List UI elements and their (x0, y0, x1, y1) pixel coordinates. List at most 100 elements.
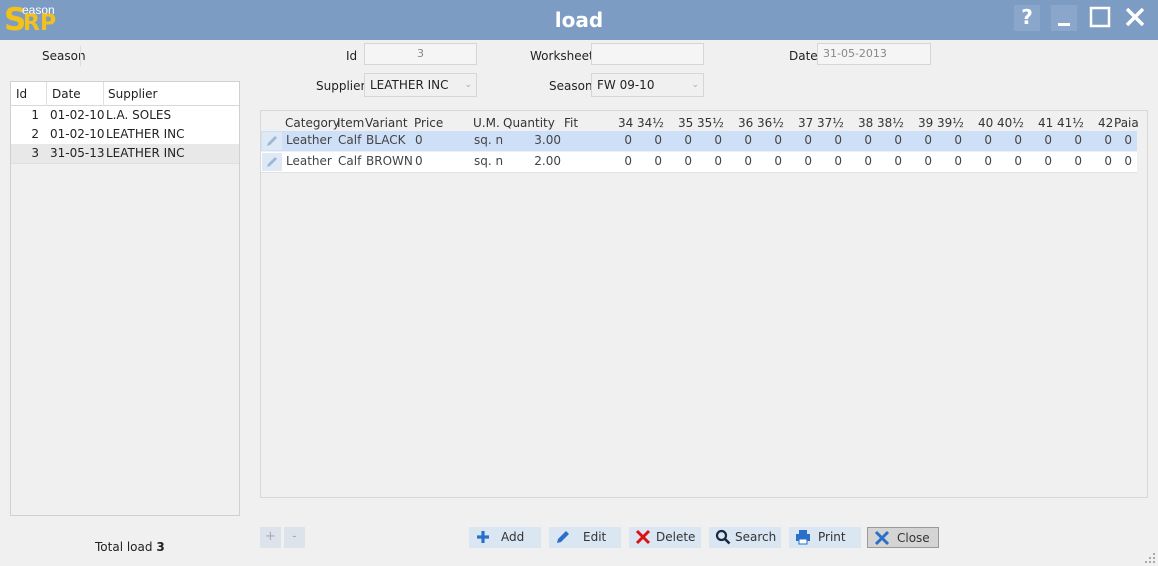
column-header-size-35[interactable]: 35 (678, 116, 693, 130)
column-header-size-38[interactable]: 38 (858, 116, 873, 130)
column-header-size-41[interactable]: 41 (1038, 116, 1053, 130)
season-combo-value: FW 09-10 (597, 78, 655, 92)
column-header-size-34-5[interactable]: 34½ (637, 116, 664, 130)
column-header-size-39[interactable]: 39 (918, 116, 933, 130)
add-button-label: Add (501, 530, 525, 544)
column-header-size-36[interactable]: 36 (738, 116, 753, 130)
column-header-size-41-5[interactable]: 41½ (1057, 116, 1084, 130)
resize-grip-icon[interactable] (1145, 553, 1155, 563)
date-label: Date (789, 49, 818, 63)
season-label: Season (549, 79, 593, 93)
pencil-icon (267, 136, 277, 146)
list-item-id: 3 (31, 146, 39, 160)
cell-quantity: 2.00 (534, 154, 561, 168)
column-header-fit[interactable]: Fit (564, 116, 578, 130)
list-item-id: 2 (31, 127, 39, 141)
list-item-supplier: L.A. SOLES (106, 108, 172, 122)
column-header-category[interactable]: Category (285, 116, 340, 130)
supplier-combo[interactable]: LEATHER INC ⌄ (364, 73, 477, 97)
cell-size: 0 (684, 154, 692, 168)
column-header-variant[interactable]: Variant (365, 116, 408, 130)
cell-size: 0 (864, 154, 872, 168)
cell-size: 0 (954, 154, 962, 168)
cell-size: 0 (924, 133, 932, 147)
cell-size: 0 (624, 154, 632, 168)
id-field[interactable]: 3 (364, 43, 477, 65)
column-header-um[interactable]: U.M. (473, 116, 500, 130)
cell-size: 0 (1014, 133, 1022, 147)
remove-row-button[interactable]: - (284, 527, 305, 548)
cell-size: 0 (744, 154, 752, 168)
cell-size: 0 (684, 133, 692, 147)
date-field[interactable]: 31-05-2013 (817, 43, 931, 65)
column-header-size-35-5[interactable]: 35½ (697, 116, 724, 130)
cell-um: sq. n (474, 154, 504, 168)
list-item-date: 31-05-13 (50, 146, 105, 160)
delete-x-icon (635, 529, 651, 545)
cell-size: 0 (654, 133, 662, 147)
edit-row-button[interactable] (262, 153, 282, 171)
total-load-label: Total load (95, 540, 153, 554)
column-header-size-39-5[interactable]: 39½ (937, 116, 964, 130)
cell-size: 0 (894, 133, 902, 147)
column-header-date[interactable]: Date (52, 87, 81, 101)
column-header-price[interactable]: Price (414, 116, 443, 130)
table-row-selected[interactable]: Leather Calf BLACK 0 sq. n 3.00 0 0 0 0 … (261, 131, 1137, 151)
close-icon (874, 530, 890, 546)
column-header-item[interactable]: Item (337, 116, 364, 130)
cell-size: 0 (864, 133, 872, 147)
chevron-down-icon: ⌄ (691, 80, 699, 90)
column-header-size-40[interactable]: 40 (978, 116, 993, 130)
pencil-icon (267, 157, 277, 167)
list-item-selected[interactable]: 3 31-05-13 LEATHER INC (11, 144, 239, 164)
cell-size: 0 (924, 154, 932, 168)
list-item[interactable]: 2 01-02-10 LEATHER INC (11, 125, 239, 145)
load-list[interactable]: Id Date Supplier 1 01-02-10 L.A. SOLES 2… (10, 81, 240, 516)
close-button[interactable]: Close (867, 527, 939, 548)
edit-button[interactable]: Edit (549, 527, 621, 548)
season-combo[interactable]: FW 09-10 ⌄ (591, 73, 704, 97)
delete-button-label: Delete (656, 530, 696, 544)
edit-row-button[interactable] (262, 132, 282, 150)
cell-variant: BROWN (366, 154, 413, 168)
cell-size: 0 (1074, 133, 1082, 147)
close-window-button[interactable] (1122, 5, 1148, 31)
column-header-size-38-5[interactable]: 38½ (877, 116, 904, 130)
minimize-button[interactable] (1051, 5, 1077, 31)
cell-size: 0 (1104, 133, 1112, 147)
cell-size: 0 (954, 133, 962, 147)
column-header-size-36-5[interactable]: 36½ (757, 116, 784, 130)
column-header-size-37-5[interactable]: 37½ (817, 116, 844, 130)
maximize-button[interactable] (1087, 5, 1113, 31)
print-button[interactable]: Print (789, 527, 861, 548)
column-header-size-37[interactable]: 37 (798, 116, 813, 130)
column-header-paia[interactable]: Paia (1114, 116, 1139, 130)
column-header-supplier[interactable]: Supplier (108, 87, 157, 101)
cell-category: Leather (286, 154, 332, 168)
detail-grid[interactable]: Category Item Variant Price U.M. Quantit… (260, 110, 1148, 498)
delete-button[interactable]: Delete (629, 527, 701, 548)
cell-size: 0 (984, 154, 992, 168)
add-row-button[interactable]: + (260, 527, 281, 548)
minimize-icon (1058, 23, 1070, 26)
add-button[interactable]: Add (469, 527, 541, 548)
edit-button-label: Edit (583, 530, 607, 544)
total-load-value: 3 (156, 540, 165, 554)
help-button[interactable]: ? (1014, 5, 1040, 31)
column-header-quantity[interactable]: Quantity (503, 116, 555, 130)
cell-paia: 0 (1124, 133, 1132, 147)
cell-paia: 0 (1124, 154, 1132, 168)
column-header-size-42[interactable]: 42 (1098, 116, 1113, 130)
cell-size: 0 (744, 133, 752, 147)
column-header-size-40-5[interactable]: 40½ (997, 116, 1024, 130)
column-header-size-34[interactable]: 34 (618, 116, 633, 130)
table-row[interactable]: Leather Calf BROWN 0 sq. n 2.00 0 0 0 0 … (261, 152, 1137, 173)
list-item[interactable]: 1 01-02-10 L.A. SOLES (11, 106, 239, 126)
cell-size: 0 (1074, 154, 1082, 168)
list-item-id: 1 (31, 108, 39, 122)
column-header-id[interactable]: Id (16, 87, 27, 101)
search-button[interactable]: Search (709, 527, 781, 548)
worksheet-field[interactable] (591, 43, 704, 65)
print-button-label: Print (818, 530, 846, 544)
season-filter-field[interactable] (80, 46, 81, 66)
